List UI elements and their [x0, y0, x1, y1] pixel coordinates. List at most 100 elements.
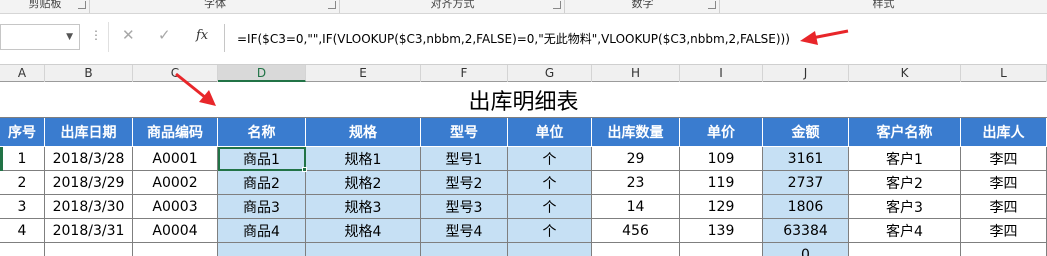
- table-cell[interactable]: 23: [592, 171, 680, 195]
- header-cell[interactable]: 名称: [218, 118, 306, 147]
- column-header-b[interactable]: B: [45, 65, 133, 82]
- name-box[interactable]: ▼: [0, 24, 80, 50]
- table-cell[interactable]: 2018/3/28: [45, 147, 133, 171]
- table-cell[interactable]: 139: [680, 219, 763, 243]
- formula-input[interactable]: =IF($C3=0,"",IF(VLOOKUP($C3,nbbm,2,FALSE…: [224, 24, 1047, 52]
- table-cell[interactable]: 客户3: [849, 195, 961, 219]
- column-header-d[interactable]: D: [218, 65, 306, 82]
- sheet-title[interactable]: 出库明细表: [0, 82, 1047, 118]
- table-cell[interactable]: 29: [592, 147, 680, 171]
- table-cell[interactable]: 129: [680, 195, 763, 219]
- table-cell[interactable]: 456: [592, 219, 680, 243]
- table-cell[interactable]: 规格1: [306, 147, 421, 171]
- table-cell[interactable]: [0, 243, 45, 256]
- table-cell[interactable]: 个: [508, 147, 592, 171]
- table-cell[interactable]: 客户2: [849, 171, 961, 195]
- header-cell[interactable]: 出库人: [961, 118, 1047, 147]
- table-cell[interactable]: 1806: [763, 195, 849, 219]
- table-cell[interactable]: 客户4: [849, 219, 961, 243]
- table-cell[interactable]: A0004: [133, 219, 218, 243]
- column-header-k[interactable]: K: [849, 65, 961, 82]
- table-cell[interactable]: A0003: [133, 195, 218, 219]
- column-header-f[interactable]: F: [421, 65, 508, 82]
- table-cell[interactable]: 商品4: [218, 219, 306, 243]
- table-cell[interactable]: 商品1: [218, 147, 306, 171]
- column-header-c[interactable]: C: [133, 65, 218, 82]
- table-cell[interactable]: 14: [592, 195, 680, 219]
- table-cell[interactable]: 2: [0, 171, 45, 195]
- table-cell[interactable]: 型号3: [421, 195, 508, 219]
- ribbon-group-styles-label: 样式: [872, 0, 895, 10]
- table-cell[interactable]: 0: [763, 243, 849, 256]
- table-cell[interactable]: 3161: [763, 147, 849, 171]
- table-cell[interactable]: 119: [680, 171, 763, 195]
- table-cell[interactable]: 4: [0, 219, 45, 243]
- table-cell[interactable]: 商品2: [218, 171, 306, 195]
- table-cell[interactable]: [421, 243, 508, 256]
- header-cell[interactable]: 金额: [763, 118, 849, 147]
- column-header-e[interactable]: E: [306, 65, 421, 82]
- table-cell[interactable]: [961, 243, 1047, 256]
- cancel-icon[interactable]: ✕: [122, 26, 135, 44]
- table-cell[interactable]: 李四: [961, 195, 1047, 219]
- table-cell[interactable]: 个: [508, 171, 592, 195]
- table-cell[interactable]: 3: [0, 195, 45, 219]
- title-row: 出库明细表: [0, 82, 1047, 118]
- column-header-l[interactable]: L: [961, 65, 1047, 82]
- enter-icon[interactable]: ✓: [158, 26, 171, 44]
- table-cell[interactable]: 2737: [763, 171, 849, 195]
- table-cell[interactable]: [133, 243, 218, 256]
- insert-function-icon[interactable]: fx: [196, 28, 208, 43]
- table-cell[interactable]: 李四: [961, 219, 1047, 243]
- table-cell[interactable]: 李四: [961, 147, 1047, 171]
- header-cell[interactable]: 单位: [508, 118, 592, 147]
- table-cell[interactable]: 型号1: [421, 147, 508, 171]
- header-cell[interactable]: 商品编码: [133, 118, 218, 147]
- header-cell[interactable]: 出库数量: [592, 118, 680, 147]
- table-cell[interactable]: 规格2: [306, 171, 421, 195]
- column-header-a[interactable]: A: [0, 65, 45, 82]
- table-cell[interactable]: A0002: [133, 171, 218, 195]
- table-cell[interactable]: [849, 243, 961, 256]
- column-header-i[interactable]: I: [680, 65, 763, 82]
- table-cell[interactable]: [218, 243, 306, 256]
- table-cell[interactable]: 商品3: [218, 195, 306, 219]
- chevron-down-icon[interactable]: ▼: [66, 32, 73, 42]
- header-cell[interactable]: 单价: [680, 118, 763, 147]
- formula-bar-grip-icon[interactable]: ⋮: [90, 28, 102, 42]
- dialog-launcher-icon[interactable]: [553, 1, 561, 9]
- column-header-h[interactable]: H: [592, 65, 680, 82]
- table-cell[interactable]: 2018/3/31: [45, 219, 133, 243]
- table-cell[interactable]: A0001: [133, 147, 218, 171]
- ribbon-group-alignment-label: 对齐方式: [430, 0, 475, 10]
- table-cell[interactable]: 型号4: [421, 219, 508, 243]
- table-cell[interactable]: [680, 243, 763, 256]
- table-cell[interactable]: 2018/3/30: [45, 195, 133, 219]
- table-cell[interactable]: 109: [680, 147, 763, 171]
- header-cell[interactable]: 客户名称: [849, 118, 961, 147]
- table-cell[interactable]: 63384: [763, 219, 849, 243]
- table-cell[interactable]: 客户1: [849, 147, 961, 171]
- table-cell[interactable]: [45, 243, 133, 256]
- table-cell[interactable]: 规格3: [306, 195, 421, 219]
- header-cell[interactable]: 型号: [421, 118, 508, 147]
- dialog-launcher-icon[interactable]: [708, 1, 716, 9]
- header-cell[interactable]: 出库日期: [45, 118, 133, 147]
- table-cell[interactable]: [306, 243, 421, 256]
- table-cell[interactable]: [508, 243, 592, 256]
- table-cell[interactable]: 型号2: [421, 171, 508, 195]
- table-cell[interactable]: [592, 243, 680, 256]
- column-header-g[interactable]: G: [508, 65, 592, 82]
- dialog-launcher-icon[interactable]: [328, 1, 336, 9]
- header-cell[interactable]: 规格: [306, 118, 421, 147]
- column-header-j[interactable]: J: [763, 65, 849, 82]
- table-cell[interactable]: 2018/3/29: [45, 171, 133, 195]
- header-cell[interactable]: 序号: [0, 118, 45, 147]
- table-cell[interactable]: 李四: [961, 171, 1047, 195]
- dialog-launcher-icon[interactable]: [78, 1, 86, 9]
- table-cell[interactable]: 1: [0, 147, 45, 171]
- table-cell[interactable]: 规格4: [306, 219, 421, 243]
- table-cell[interactable]: 个: [508, 219, 592, 243]
- table-cell[interactable]: 个: [508, 195, 592, 219]
- fill-handle[interactable]: [302, 167, 307, 172]
